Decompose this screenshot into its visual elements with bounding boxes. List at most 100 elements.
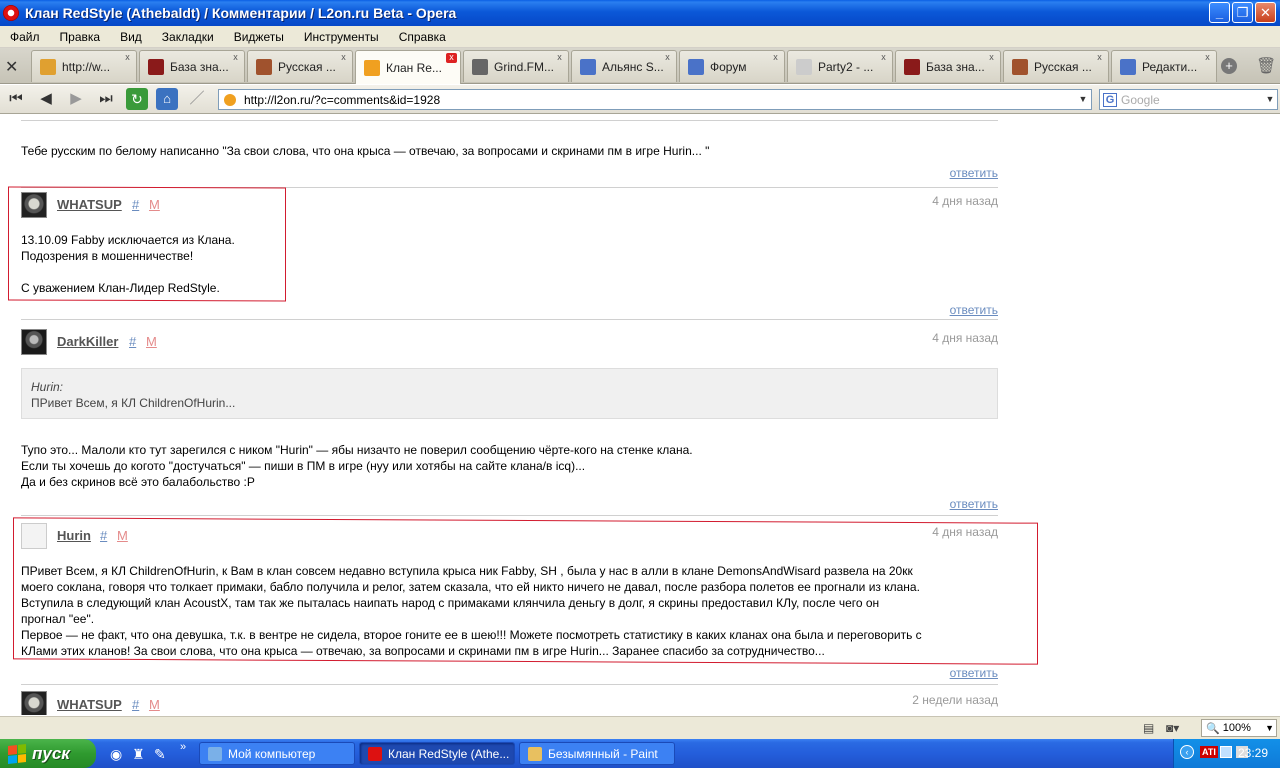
tab-close-icon[interactable]: x [230,53,241,63]
zoom-value: 100% [1222,722,1251,734]
reply-link[interactable]: ответить [950,497,998,511]
menu-file[interactable]: Файл [0,30,50,44]
start-button[interactable]: пуск [0,739,96,768]
tab-label: Русская ... [1034,59,1092,74]
avatar[interactable] [21,329,47,355]
chevron-right-icon[interactable]: » [180,741,186,753]
browser-tab[interactable]: Русская ... x [1003,50,1109,82]
tab-close-icon[interactable]: x [770,53,781,63]
page-content: Тебе русским по белому написанно "За сво… [0,115,1280,715]
system-tray: ‹ ATI 23:29 [1173,739,1280,768]
search-field[interactable]: G Google ▼ [1099,89,1278,110]
rewind-icon[interactable]: ⏮ [5,88,27,110]
browser-tab[interactable]: Grind.FM... x [463,50,569,82]
network-icon[interactable] [1220,746,1232,758]
browser-tab[interactable]: База зна... x [139,50,245,82]
reply-link[interactable]: ответить [950,666,998,680]
menu-help[interactable]: Справка [389,30,456,44]
maximize-button[interactable]: ❐ [1232,2,1253,23]
message-link[interactable]: M [146,334,157,349]
tab-close-icon[interactable]: x [338,53,349,63]
tab-favicon-icon [40,58,56,75]
taskbar-task[interactable]: Безымянный - Paint [519,742,675,765]
browser-tab[interactable]: http://w... x [31,50,137,82]
close-button[interactable]: ✕ [1255,2,1276,23]
quicklaunch-icon[interactable]: ♜ [132,746,145,763]
tab-close-icon[interactable]: x [662,53,673,63]
menu-tools[interactable]: Инструменты [294,30,389,44]
forward-icon[interactable]: ▶ [65,88,87,110]
start-label: пуск [32,743,70,763]
menu-bookmarks[interactable]: Закладки [152,30,224,44]
quicklaunch-icon[interactable]: ✎ [154,746,166,763]
tab-favicon-icon [1012,58,1028,75]
search-placeholder: Google [1121,92,1160,107]
taskbar-task[interactable]: Мой компьютер [199,742,355,765]
reload-icon[interactable]: ↻ [126,88,148,110]
globe-icon[interactable]: ◉ [110,746,122,763]
ati-icon[interactable]: ATI [1200,746,1218,758]
wand-icon[interactable]: ／ [186,88,208,110]
tab-label: Клан Re... [386,60,442,75]
tab-label: Grind.FM... [494,59,555,74]
tab-label: Альянс S... [602,59,664,74]
menu-view[interactable]: Вид [110,30,152,44]
message-link[interactable]: M [149,697,160,712]
tab-label: Русская ... [278,59,336,74]
menu-edit[interactable]: Правка [50,30,111,44]
tab-label: База зна... [170,59,229,74]
menu-widgets[interactable]: Виджеты [224,30,294,44]
zoom-select[interactable]: 🔍 100% ▼ [1201,719,1277,737]
url-field[interactable]: http://l2on.ru/?c=comments&id=1928 ▼ [218,89,1092,110]
tab-favicon-icon [148,58,164,75]
search-dropdown-icon[interactable]: ▼ [1263,90,1277,109]
browser-tab[interactable]: Клан Re... x [355,50,461,84]
browser-tab[interactable]: Редакти... x [1111,50,1217,82]
home-icon[interactable]: ⌂ [156,88,178,110]
tab-close-icon[interactable]: x [1094,53,1105,63]
opera-icon[interactable] [3,5,19,21]
permalink-link[interactable]: # [129,334,136,349]
minimize-button[interactable]: _ [1209,2,1230,23]
reply-link[interactable]: ответить [950,303,998,317]
fast-forward-icon[interactable]: ⏭ [95,88,117,110]
address-toolbar: ⏮ ◀ ▶ ⏭ ↻ ⌂ ／ http://l2on.ru/?c=comments… [0,85,1280,114]
comment-date: 4 дня назад [932,331,998,345]
tab-favicon-icon [472,58,488,75]
tools-icon[interactable]: ✕ [5,57,25,77]
comment-line: Да и без скринов всё это балабольство :P [21,475,255,489]
avatar[interactable] [21,691,47,715]
new-tab-icon[interactable]: + [1221,58,1237,74]
reply-link[interactable]: ответить [950,166,998,180]
tab-close-icon[interactable]: x [554,53,565,63]
site-favicon-icon [224,93,236,106]
username-link[interactable]: WHATSUP [57,697,122,712]
url-dropdown-icon[interactable]: ▼ [1075,90,1091,109]
browser-tab[interactable]: База зна... x [895,50,1001,82]
trash-icon[interactable]: 🗑 [1256,56,1276,76]
task-label: Клан RedStyle (Athe... [388,746,510,761]
camera-icon[interactable]: ◙▾ [1166,721,1179,735]
username-link[interactable]: DarkKiller [57,334,118,349]
tab-close-icon[interactable]: x [446,53,457,63]
comment-line: Тупо это... Малоли кто тут зарегился с н… [21,443,693,457]
tab-close-icon[interactable]: x [986,53,997,63]
browser-tab[interactable]: Русская ... x [247,50,353,82]
tab-bar: ✕ http://w... x База зна... x Русская ... x Кл… [0,48,1280,84]
permalink-link[interactable]: # [132,697,139,712]
taskbar-task[interactable]: Клан RedStyle (Athe... [359,742,515,765]
panel-icon[interactable]: ▤ [1143,721,1154,735]
tab-close-icon[interactable]: x [122,53,133,63]
tab-label: http://w... [62,59,111,74]
divider [21,515,998,516]
back-icon[interactable]: ◀ [35,88,57,110]
browser-tab[interactable]: Альянс S... x [571,50,677,82]
zoom-dropdown-icon[interactable]: ▼ [1265,723,1274,733]
comment-date: 4 дня назад [932,194,998,208]
tab-close-icon[interactable]: x [878,53,889,63]
browser-tab[interactable]: Форум x [679,50,785,82]
browser-tab[interactable]: Party2 - ... x [787,50,893,82]
chevron-left-icon[interactable]: ‹ [1180,745,1194,759]
divider [21,120,998,121]
tab-close-icon[interactable]: x [1202,53,1213,63]
